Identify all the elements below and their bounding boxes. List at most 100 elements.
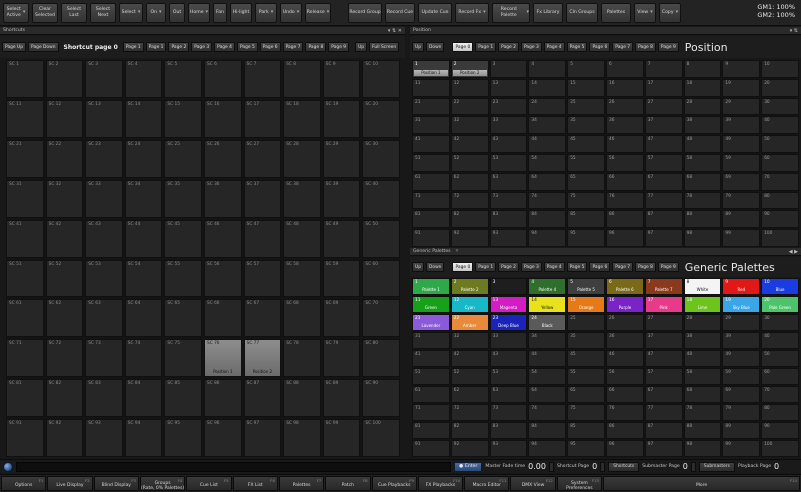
position-cell[interactable]: 35	[567, 116, 605, 135]
position-cell[interactable]: 45	[567, 135, 605, 153]
palette-cell[interactable]: 39	[722, 332, 761, 349]
position-cell[interactable]: 46	[605, 135, 644, 153]
shortcut-cell[interactable]: SC 27	[243, 139, 282, 178]
palette-cell[interactable]: 15 Orange	[567, 296, 605, 313]
palette-cell[interactable]: 86	[605, 422, 644, 439]
position-cell[interactable]: 76	[605, 191, 644, 210]
shortcut-cell[interactable]: SC 94	[124, 419, 163, 457]
position-cell[interactable]: 68	[683, 172, 722, 191]
position-cell[interactable]: 80	[761, 191, 799, 210]
shortcut-cell[interactable]: SC 51	[6, 259, 44, 298]
position-cell[interactable]: 7	[644, 60, 683, 78]
position-cell[interactable]: 51	[412, 153, 450, 172]
palette-cell[interactable]: 66	[605, 386, 644, 403]
position-cell[interactable]: 36	[605, 116, 644, 135]
toolbar-button-on[interactable]: On	[146, 2, 166, 23]
palette-cell[interactable]: 69	[722, 386, 761, 403]
position-cell[interactable]: 28	[683, 97, 722, 116]
playback-page-value[interactable]: 0	[774, 462, 779, 471]
shortcut-cell[interactable]: SC 26	[203, 139, 242, 178]
fkey-palettes[interactable]: F7 Palettes	[278, 476, 325, 491]
position-cell[interactable]: 79	[722, 191, 761, 210]
master-fade-spinner[interactable]	[548, 461, 554, 472]
palette-cell[interactable]: 53	[489, 368, 528, 385]
shortcut-cell[interactable]: SC 6	[203, 60, 242, 98]
position-page-tab-0[interactable]: Page 0	[452, 42, 474, 52]
shortcut-cell[interactable]: SC 40	[362, 179, 400, 218]
palette-cell[interactable]: 95	[567, 440, 605, 457]
position-page-tab-8[interactable]: Page 8	[635, 42, 656, 52]
submasters-button[interactable]: Submasters	[698, 461, 735, 472]
shortcut-cell[interactable]: SC 86	[203, 379, 242, 418]
palette-cell[interactable]: 89	[722, 422, 761, 439]
shortcut-cell[interactable]: SC 60	[362, 259, 400, 298]
toolbar-button-select[interactable]: Select	[119, 2, 143, 23]
position-cell[interactable]: 44	[528, 135, 567, 153]
palette-cell[interactable]: 23 Deep Blue	[489, 314, 528, 331]
palette-cell[interactable]: 91	[412, 440, 450, 457]
toolbar-button-clear-selected[interactable]: Clear Selected	[32, 2, 58, 23]
master-fade-value[interactable]: 0.00	[528, 462, 546, 471]
position-cell[interactable]: 99	[722, 229, 761, 247]
position-cell[interactable]: 64	[528, 172, 567, 191]
generic-page-tab-0[interactable]: Page 0	[452, 262, 474, 272]
palette-cell[interactable]: 70	[761, 386, 799, 403]
shortcut-cell[interactable]: SC 29	[322, 139, 361, 178]
palette-cell[interactable]: 19 Sky Blue	[722, 296, 761, 313]
position-cell[interactable]: 59	[722, 153, 761, 172]
shortcut-cell[interactable]: SC 88	[283, 379, 321, 418]
position-cell[interactable]: 10	[761, 60, 799, 78]
toolbar-button-record-cue[interactable]: Record Cue	[385, 2, 415, 23]
palette-cell[interactable]: 31	[412, 332, 450, 349]
toolbar-button-select-active[interactable]: Select Active	[3, 2, 29, 23]
palette-cell[interactable]: 29	[722, 314, 761, 331]
position-cell[interactable]: 75	[567, 191, 605, 210]
fkey-dmx-view[interactable]: F12 DMX View	[510, 476, 556, 491]
position-cell[interactable]: 52	[450, 153, 489, 172]
palette-cell[interactable]: 100	[761, 440, 799, 457]
shortcut-cell[interactable]: SC 7	[243, 60, 282, 98]
palette-cell[interactable]: 73	[489, 404, 528, 421]
palette-cell[interactable]: 22 Amber	[450, 314, 489, 331]
position-cell[interactable]: 5	[567, 60, 605, 78]
shortcut-cell[interactable]: SC 97	[243, 419, 282, 457]
palette-cell[interactable]: 99	[722, 440, 761, 457]
fkey-groups-rate-0-palettes[interactable]: F4 Groups (Rate, 0% Palettes)	[139, 476, 186, 491]
position-cell[interactable]: 90	[761, 210, 799, 229]
palette-cell[interactable]: 8 White	[683, 278, 722, 295]
position-page-tab-5[interactable]: Page 5	[566, 42, 588, 52]
shortcut-cell[interactable]: SC 49	[322, 219, 361, 258]
shortcut-cell[interactable]: SC 77 Position 2	[243, 339, 282, 378]
fkey-live-display[interactable]: F2 Live Display	[47, 476, 93, 491]
position-cell[interactable]: 26	[605, 97, 644, 116]
position-cell[interactable]: 38	[683, 116, 722, 135]
toolbar-button-record-fx[interactable]: Record Fx	[455, 2, 489, 23]
position-cell[interactable]: 12	[450, 78, 489, 97]
position-cell[interactable]: 100	[761, 229, 799, 247]
palette-cell[interactable]: 40	[761, 332, 799, 349]
palette-cell[interactable]: 52	[450, 368, 489, 385]
fkey-options[interactable]: F1 Options	[1, 476, 47, 491]
position-cell[interactable]: 3	[489, 60, 528, 78]
shortcut-cell[interactable]: SC 28	[283, 139, 321, 178]
shortcut-page-tab-3[interactable]: Page 3	[191, 42, 213, 52]
palette-cell[interactable]: 96	[605, 440, 644, 457]
shortcut-cell[interactable]: SC 1	[6, 60, 44, 98]
shortcut-cell[interactable]: SC 3	[85, 60, 123, 98]
toolbar-button-update-cue[interactable]: Update Cue	[418, 2, 452, 23]
palette-cell[interactable]: 54	[528, 368, 567, 385]
position-cell[interactable]: 4	[528, 60, 567, 78]
position-cell[interactable]: 72	[450, 191, 489, 210]
palette-cell[interactable]: 67	[644, 386, 683, 403]
palette-cell[interactable]: 13 Magenta	[489, 296, 528, 313]
shortcut-cell[interactable]: SC 31	[6, 179, 44, 218]
palette-cell[interactable]: 7 Palette 7	[644, 278, 683, 295]
shortcut-cell[interactable]: SC 34	[124, 179, 163, 218]
palette-cell[interactable]: 17 Pink	[644, 296, 683, 313]
shortcut-page-tab-5[interactable]: Page 5	[236, 42, 258, 52]
position-page-tab-6[interactable]: Page 6	[589, 42, 611, 52]
panel-scroll-icon[interactable]: ◀ ▶	[789, 248, 798, 256]
position-cell[interactable]: 94	[528, 229, 567, 247]
shortcut-page-tab-4[interactable]: Page 4	[214, 42, 235, 52]
position-cell[interactable]: 25	[567, 97, 605, 116]
